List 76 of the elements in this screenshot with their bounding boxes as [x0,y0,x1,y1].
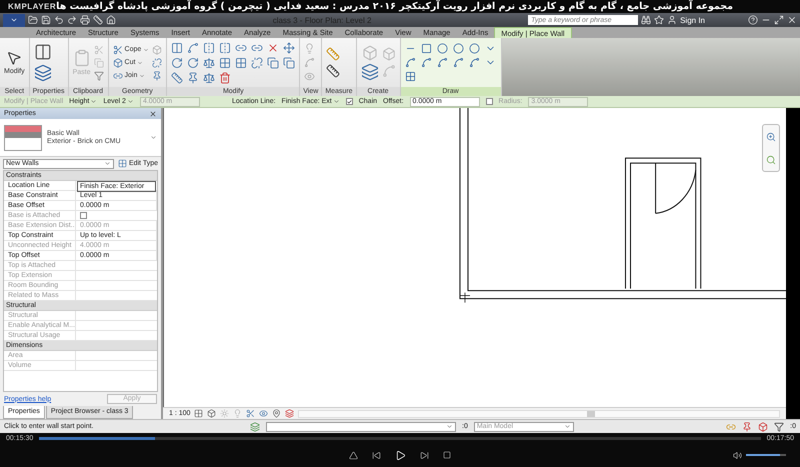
chain-checkbox[interactable] [346,98,353,105]
circle-icon[interactable] [452,43,464,54]
offset-icon[interactable] [187,42,200,54]
search-icon[interactable] [641,15,652,25]
filter-icon[interactable] [774,422,784,432]
arc-icon[interactable] [452,57,464,68]
video-title: مجموعه آموزشی جامع ، گام به گام و کاربردی نرم افزار رویت آرکیتکچر ۲۰۱۶ مدرس : سعید فدایی ( تیچرمن ) گروه آموزشی پادشاه گرافیست ها [56,1,733,12]
move-icon[interactable] [283,42,296,54]
caret-icon[interactable] [10,16,18,24]
check-icon [346,98,352,104]
next-icon[interactable] [420,450,429,460]
rectangle-icon[interactable] [420,43,432,54]
previous-icon[interactable] [372,450,381,460]
mirror-icon[interactable] [219,42,232,54]
pin-icon[interactable] [187,72,200,84]
undo-icon[interactable] [54,15,64,25]
pinned-icon[interactable] [742,422,752,432]
delete-icon[interactable] [219,72,232,84]
pin-icon[interactable] [152,70,162,80]
print-icon[interactable] [80,15,90,25]
crop-icon[interactable] [246,409,256,418]
edit-type-icon[interactable] [118,159,127,168]
scissors-icon[interactable] [112,44,123,54]
caret-icon[interactable] [332,98,340,105]
document-title: class 3 - Floor Plan: Level 2 [272,16,372,24]
measure-icon[interactable] [93,15,103,25]
hide-icon[interactable] [259,409,268,418]
caret-icon[interactable] [446,423,453,430]
save-icon[interactable] [41,15,51,25]
mirror-icon[interactable] [203,42,216,54]
link-icon[interactable] [112,70,123,80]
horizontal-scrollbar[interactable] [298,410,780,418]
type-properties-icon[interactable] [34,43,52,61]
volume-icon[interactable] [733,450,742,460]
spline-icon[interactable] [468,57,480,68]
sign-in-button[interactable]: Sign In [680,16,705,24]
array-icon[interactable] [219,56,232,68]
cube-icon[interactable] [112,58,123,68]
help-icon[interactable] [748,15,758,25]
clipboard-icon[interactable] [72,49,91,67]
maximize-icon[interactable] [774,15,784,25]
user-icon[interactable] [667,15,678,25]
dimension-icon[interactable] [326,64,340,78]
radius-checkbox[interactable] [486,98,493,105]
close-icon[interactable] [149,110,157,118]
caret-icon[interactable] [104,160,111,167]
seek-bar[interactable] [39,436,761,440]
close-icon[interactable] [787,15,797,25]
arc-icon[interactable] [404,57,416,68]
cross-icon[interactable] [267,42,280,54]
visual-style-icon[interactable] [207,409,216,418]
folder-icon[interactable] [28,15,38,25]
caret-icon[interactable] [90,98,98,105]
zoom-icon[interactable] [766,132,776,142]
pin-icon[interactable] [272,409,282,418]
play-icon[interactable] [395,450,406,460]
ruler-icon[interactable] [171,72,184,84]
stop-icon[interactable] [443,451,451,459]
arc-icon[interactable] [420,57,432,68]
navigation-bar[interactable] [762,124,780,172]
workset-dropdown[interactable] [266,422,456,432]
align-icon[interactable] [171,42,184,54]
rotate-icon[interactable] [187,56,200,68]
caret-icon[interactable] [150,134,157,141]
zoom-icon[interactable] [766,154,776,164]
wall-swatch-icon [4,124,42,150]
eject-icon[interactable] [349,450,358,460]
arc-icon[interactable] [436,57,448,68]
circle-icon[interactable] [468,43,480,54]
redo-icon[interactable] [67,15,77,25]
star-icon[interactable] [654,15,664,25]
caret-icon[interactable] [126,98,134,105]
caret-icon[interactable] [564,423,571,430]
player-brand: KMPLAYER [8,2,56,11]
pointer-icon[interactable] [6,50,22,66]
unlink-icon[interactable] [152,58,162,68]
